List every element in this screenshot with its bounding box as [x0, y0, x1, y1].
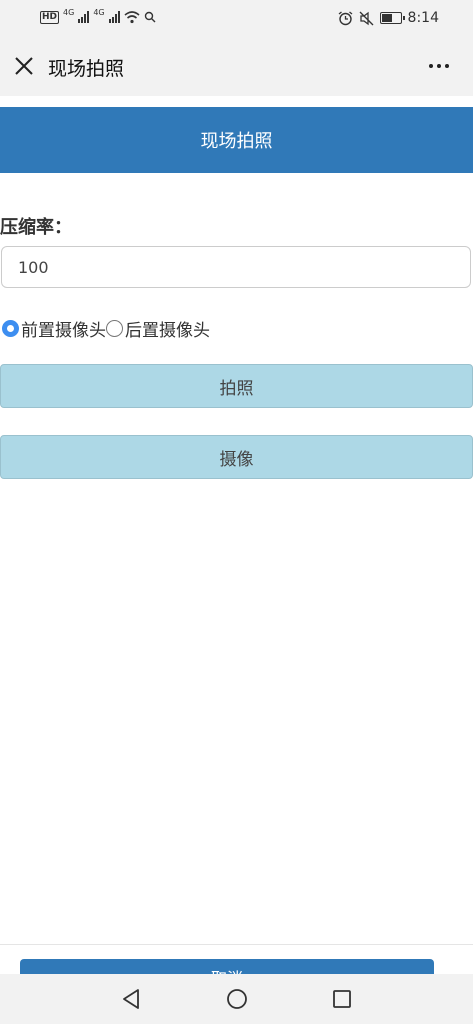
status-time: 8:14: [407, 10, 439, 26]
radio-rear-camera[interactable]: 后置摄像头: [106, 316, 210, 341]
recents-icon[interactable]: [330, 987, 354, 1011]
more-dot-icon: [437, 64, 441, 68]
home-icon[interactable]: [225, 987, 249, 1011]
footer-area: 取消: [0, 944, 473, 975]
page-content: 现场拍照 压缩率： 前置摄像头 后置摄像头 拍照 摄像: [0, 96, 473, 944]
status-bar: HD 4G 4G 8:14: [0, 0, 473, 36]
radio-unchecked-icon[interactable]: [106, 320, 123, 337]
close-icon: [15, 57, 33, 75]
wifi-icon: [124, 11, 140, 24]
close-button[interactable]: [10, 52, 38, 80]
signal-icon: [78, 11, 90, 23]
network-type-2: 4G: [93, 7, 105, 17]
more-dot-icon: [445, 64, 449, 68]
mute-icon: [359, 11, 374, 25]
nav-title: 现场拍照: [48, 58, 125, 80]
search-icon: [144, 11, 156, 23]
signal-icon-2: [108, 11, 120, 23]
more-menu-button[interactable]: [425, 52, 453, 80]
compression-input[interactable]: [1, 246, 471, 288]
hd-badge: HD: [40, 10, 60, 24]
battery-icon: [379, 12, 405, 24]
front-camera-label: 前置摄像头: [21, 321, 106, 341]
radio-checked-icon[interactable]: [2, 320, 19, 337]
status-left: HD 4G 4G: [40, 7, 156, 24]
status-right: 8:14: [338, 10, 439, 26]
cancel-button[interactable]: 取消: [20, 959, 434, 975]
nav-bar: 现场拍照: [0, 36, 473, 96]
system-nav-bar: [0, 974, 473, 1024]
compression-label: 压缩率：: [0, 217, 72, 238]
radio-front-camera[interactable]: 前置摄像头: [2, 316, 106, 341]
back-icon[interactable]: [119, 987, 143, 1011]
page-header: 现场拍照: [0, 107, 473, 173]
alarm-icon: [338, 10, 352, 25]
rear-camera-label: 后置摄像头: [125, 321, 210, 341]
take-photo-button[interactable]: 拍照: [0, 364, 473, 408]
network-type-1: 4G: [63, 7, 75, 17]
camera-radio-group: 前置摄像头 后置摄像头: [2, 316, 210, 341]
record-video-button[interactable]: 摄像: [0, 435, 473, 479]
more-dot-icon: [429, 64, 433, 68]
